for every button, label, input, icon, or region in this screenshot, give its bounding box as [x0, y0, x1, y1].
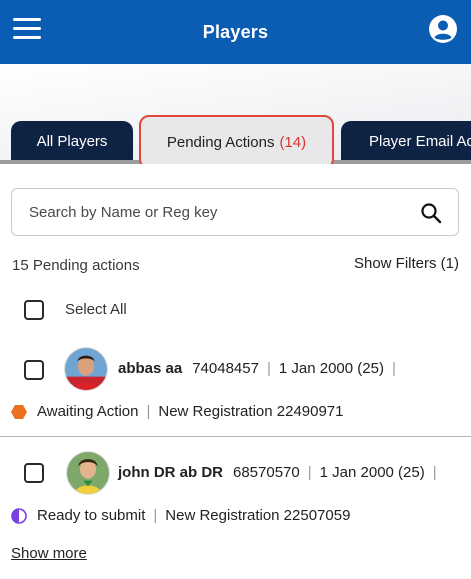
page-title: Players	[202, 21, 269, 42]
search-input[interactable]: Search by Name or Reg key	[11, 188, 459, 236]
hamburger-menu-icon[interactable]	[13, 18, 41, 40]
player-name[interactable]: john DR ab DR	[118, 464, 223, 481]
tab-all-players[interactable]: All Players	[11, 121, 133, 161]
account-circle-icon[interactable]	[428, 14, 458, 44]
tab-count-badge: (14)	[279, 133, 307, 151]
player-dob: 1 Jan 2000 (25)	[319, 464, 425, 481]
tab-label: Pending Actions	[166, 133, 275, 151]
player-action: New Registration 22507059	[165, 507, 351, 524]
select-all-checkbox[interactable]	[24, 300, 44, 320]
search-placeholder: Search by Name or Reg key	[29, 203, 218, 221]
show-filters-button[interactable]: Show Filters (1)	[354, 255, 459, 272]
player-checkbox[interactable]	[24, 360, 44, 380]
tabs-bar: All Players Pending Actions (14) Player …	[0, 64, 471, 164]
select-all-label: Select All	[65, 301, 127, 318]
separator: |	[432, 464, 437, 481]
app-header: Players	[0, 0, 471, 64]
player-name[interactable]: abbas aa	[118, 360, 182, 377]
player-reg-key: 74048457	[192, 360, 259, 377]
search-icon[interactable]	[420, 202, 442, 224]
player-info: abbas aa 74048457 | 1 Jan 2000 (25) |	[118, 360, 404, 377]
separator: |	[266, 360, 271, 377]
player-info: john DR ab DR 68570570 | 1 Jan 2000 (25)…	[118, 464, 445, 481]
player-avatar	[64, 347, 108, 391]
show-more-link[interactable]: Show more	[11, 545, 87, 562]
player-dob: 1 Jan 2000 (25)	[278, 360, 384, 377]
hexagon-icon	[11, 404, 27, 419]
half-circle-icon	[11, 507, 27, 524]
player-status: Awaiting Action	[37, 403, 139, 420]
tab-player-email[interactable]: Player Email Add	[341, 121, 471, 161]
player-action: New Registration 22490971	[158, 403, 344, 420]
row-divider	[0, 436, 471, 437]
player-status-row: Ready to submit | New Registration 22507…	[11, 507, 350, 524]
pending-count-text: 15 Pending actions	[12, 257, 140, 274]
separator: |	[153, 507, 158, 524]
player-status-row: Awaiting Action | New Registration 22490…	[11, 403, 344, 420]
separator: |	[307, 464, 312, 481]
tab-label: Player Email Add	[369, 132, 471, 150]
tab-label: All Players	[36, 132, 108, 150]
player-reg-key: 68570570	[233, 464, 300, 481]
separator: |	[391, 360, 396, 377]
separator: |	[146, 403, 151, 420]
tab-pending-actions[interactable]: Pending Actions (14)	[139, 115, 334, 164]
player-checkbox[interactable]	[24, 463, 44, 483]
player-avatar	[66, 451, 110, 495]
player-status: Ready to submit	[37, 507, 146, 524]
